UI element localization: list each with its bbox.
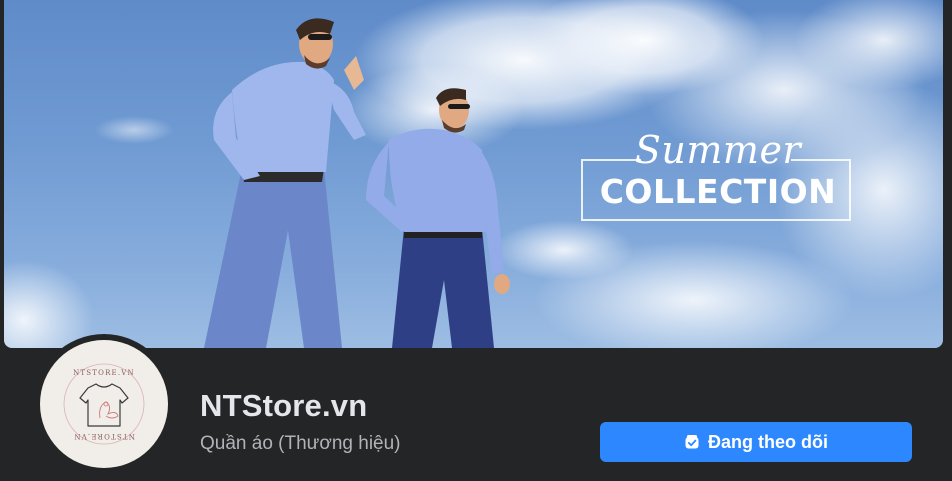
following-check-icon bbox=[685, 435, 699, 449]
avatar[interactable]: NTSTORE.VN NTSTORE.VN bbox=[40, 340, 168, 468]
banner-main-text: COLLECTION bbox=[599, 172, 837, 211]
logo-top-text: NTSTORE.VN bbox=[73, 369, 135, 377]
logo-bottom-text: NTSTORE.VN bbox=[73, 432, 135, 440]
facebook-page-header: Summer COLLECTION NTSTORE.VN NTSTORE.VN … bbox=[0, 0, 952, 481]
page-title[interactable]: NTStore.vn bbox=[200, 386, 367, 426]
summer-collection-banner: Summer COLLECTION bbox=[581, 128, 855, 226]
model-left bbox=[204, 18, 366, 348]
banner-script-text: Summer bbox=[634, 128, 802, 172]
following-button[interactable]: Đang theo dõi bbox=[600, 422, 912, 462]
store-logo: NTSTORE.VN NTSTORE.VN bbox=[63, 363, 145, 445]
cover-photo[interactable]: Summer COLLECTION bbox=[4, 0, 943, 348]
following-button-label: Đang theo dõi bbox=[708, 432, 828, 452]
page-category[interactable]: Quần áo (Thương hiệu) bbox=[200, 432, 401, 456]
